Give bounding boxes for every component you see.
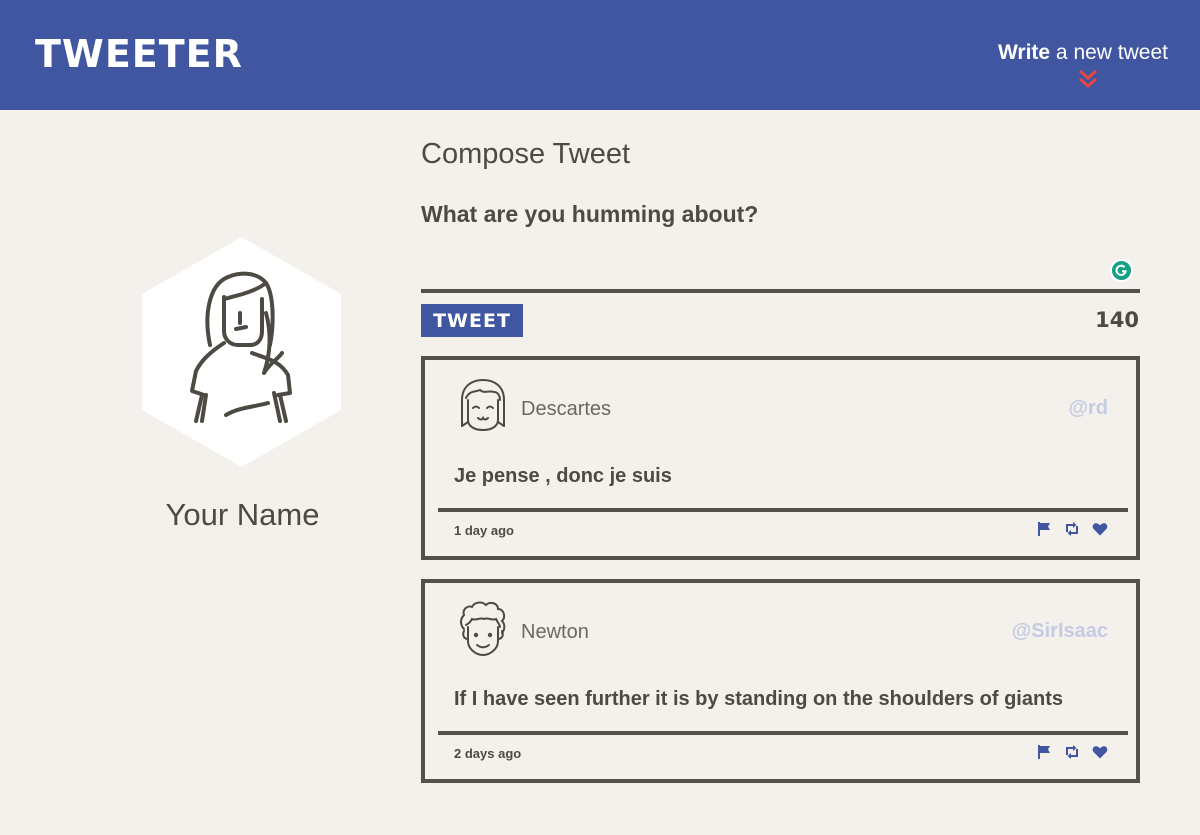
retweet-icon[interactable] xyxy=(1064,744,1080,760)
write-new-tweet-link[interactable]: Write a new tweet xyxy=(998,40,1168,66)
grammarly-icon[interactable] xyxy=(1110,259,1133,282)
tweet-actions xyxy=(1036,521,1108,537)
tweet-prompt-label: What are you humming about? xyxy=(421,201,759,227)
tweet-text: Je pense , donc je suis xyxy=(454,465,672,487)
tweet-divider xyxy=(438,508,1128,512)
tweet-actions xyxy=(1036,744,1108,760)
compose-title: Compose Tweet xyxy=(421,138,631,170)
tweet-text: If I have seen further it is by standing… xyxy=(454,688,1063,710)
tweet-timestamp: 1 day ago xyxy=(454,523,514,538)
app-logo[interactable]: TWEETER xyxy=(35,32,243,76)
avatar xyxy=(142,237,341,467)
tweet-author-handle[interactable]: @SirIsaac xyxy=(1012,620,1108,643)
profile-name: Your Name xyxy=(165,497,320,532)
tweet-input[interactable] xyxy=(421,289,1140,293)
tweet-timestamp: 2 days ago xyxy=(454,746,522,761)
chevron-double-down-icon[interactable] xyxy=(1078,68,1098,90)
write-link-bold: Write xyxy=(997,41,1051,64)
flag-icon[interactable] xyxy=(1036,744,1052,760)
top-nav: TWEETER Write a new tweet xyxy=(0,0,1200,110)
tweet-author-name: Newton xyxy=(521,621,589,643)
descartes-avatar-icon xyxy=(461,378,505,432)
newton-avatar-icon xyxy=(460,601,506,657)
tweet-button[interactable]: TWEET xyxy=(421,304,523,337)
heart-icon[interactable] xyxy=(1092,521,1108,537)
heart-icon[interactable] xyxy=(1092,744,1108,760)
tweet-card: Newton @SirIsaac If I have seen further … xyxy=(421,579,1140,783)
write-link-rest: a new tweet xyxy=(1050,41,1168,64)
character-counter: 140 xyxy=(1095,308,1139,332)
flag-icon[interactable] xyxy=(1036,521,1052,537)
retweet-icon[interactable] xyxy=(1064,521,1080,537)
tweet-author-handle[interactable]: @rd xyxy=(1068,397,1108,420)
tweet-card: Descartes @rd Je pense , donc je suis 1 … xyxy=(421,356,1140,560)
tweet-divider xyxy=(438,731,1128,735)
tweet-author-name: Descartes xyxy=(521,398,612,420)
